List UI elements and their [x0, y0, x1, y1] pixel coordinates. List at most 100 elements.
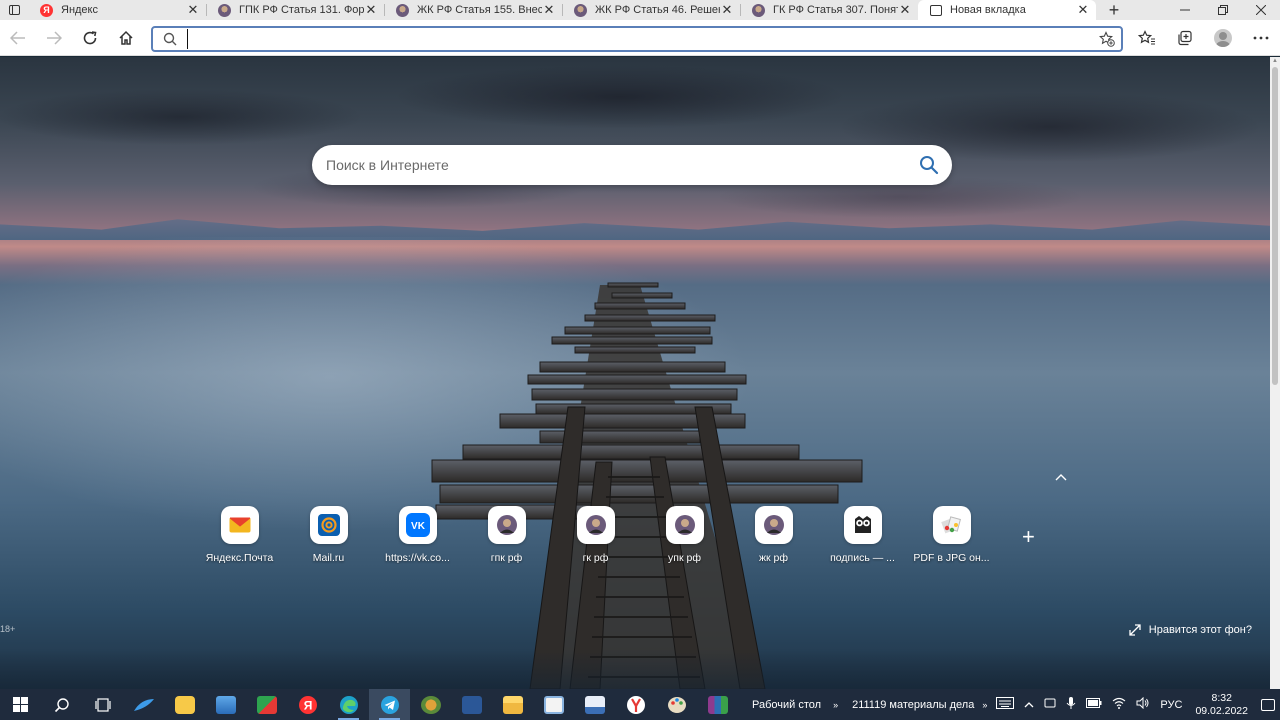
windows-logo-icon: [13, 697, 28, 712]
monitor-icon: [215, 695, 236, 714]
tab-gk-307[interactable]: ГК РФ Статья 307. Понятие ✕: [740, 0, 918, 20]
tab-zhk-155[interactable]: ЖК РФ Статья 155. Внесени ✕: [384, 0, 562, 20]
pdf-to-jpg-icon: [932, 506, 971, 544]
notifications-button[interactable]: [1256, 689, 1280, 720]
favorites-button[interactable]: [1128, 20, 1166, 56]
taskbar-app-display[interactable]: [205, 689, 246, 720]
start-button[interactable]: [0, 689, 41, 720]
tray-app-icon: [1044, 698, 1056, 708]
add-favorite-icon: [1099, 31, 1115, 47]
taskbar-app-yandex-browser[interactable]: [615, 689, 656, 720]
minimize-button[interactable]: [1166, 0, 1204, 20]
scrollbar-thumb[interactable]: [1272, 67, 1278, 385]
taskbar-search-button[interactable]: [41, 689, 82, 720]
volume-button[interactable]: [1131, 696, 1155, 712]
taskbar-app-telegram[interactable]: [369, 689, 410, 720]
folder-toolbar-chevron-icon[interactable]: »: [978, 700, 991, 710]
taskbar-app-explorer[interactable]: [492, 689, 533, 720]
tab-title: ГК РФ Статья 307. Понятие: [773, 4, 898, 16]
web-search-button[interactable]: [906, 145, 952, 185]
restore-button[interactable]: [1204, 0, 1242, 20]
home-button[interactable]: [108, 20, 144, 56]
taskbar-app-paint[interactable]: [533, 689, 574, 720]
taskbar-app-word[interactable]: [451, 689, 492, 720]
folder-toolbar-label[interactable]: 211119 материалы дела: [848, 699, 978, 711]
desktop-toolbar-label[interactable]: Рабочий стол: [748, 699, 825, 711]
tile-gpk-rf[interactable]: гпк рф: [462, 506, 551, 564]
tab-yandex[interactable]: Я Яндекс ✕: [28, 0, 206, 20]
like-background-link[interactable]: Нравится этот фон?: [1129, 624, 1252, 636]
tab-new-tab[interactable]: Новая вкладка ✕: [918, 0, 1096, 20]
tab-close-icon[interactable]: ✕: [186, 0, 200, 20]
tile-zhk-rf[interactable]: жк рф: [729, 506, 818, 564]
tray-app-button[interactable]: [1039, 697, 1061, 712]
tile-label: подпись — ...: [830, 552, 895, 564]
taskbar-app-feather[interactable]: [123, 689, 164, 720]
new-tab-page-icon: [930, 4, 942, 16]
page-scrollbar[interactable]: ▲: [1270, 57, 1280, 689]
yandex-browser-icon: [626, 695, 645, 714]
taskbar-app-green-red[interactable]: [246, 689, 287, 720]
taskbar-app-yandex[interactable]: Я: [287, 689, 328, 720]
tile-podpis[interactable]: подпись — ...: [818, 506, 907, 564]
tab-gpk-131[interactable]: ГПК РФ Статья 131. Форма ✕: [206, 0, 384, 20]
web-search-box[interactable]: [312, 145, 952, 185]
scroll-up-icon[interactable]: ▲: [1271, 58, 1279, 64]
more-icon: [1253, 36, 1269, 40]
close-window-button[interactable]: [1242, 0, 1280, 20]
task-view-button[interactable]: [82, 689, 123, 720]
tile-yandex-mail[interactable]: Яндекс.Почта: [195, 506, 284, 564]
collapse-tiles-button[interactable]: [1055, 470, 1067, 484]
tile-label: https://vk.co...: [385, 552, 450, 564]
address-input[interactable]: [187, 29, 1093, 49]
background-shade: [0, 649, 1270, 689]
tab-close-icon[interactable]: ✕: [898, 0, 912, 20]
settings-menu-button[interactable]: [1242, 20, 1280, 56]
tab-close-icon[interactable]: ✕: [542, 0, 556, 20]
avatar-icon: [574, 3, 587, 17]
tile-vk[interactable]: VK https://vk.co...: [373, 506, 462, 564]
microphone-button[interactable]: [1061, 696, 1081, 713]
web-search-input[interactable]: [312, 145, 906, 185]
add-tile-button[interactable]: +: [1022, 526, 1035, 548]
tray-overflow-button[interactable]: [1019, 699, 1039, 711]
taskbar-app-winrar[interactable]: [697, 689, 738, 720]
tab-close-icon[interactable]: ✕: [720, 0, 734, 20]
wifi-icon: [1113, 697, 1126, 709]
desktop-toolbar-chevron-icon[interactable]: »: [829, 700, 842, 710]
language-indicator[interactable]: РУС: [1155, 699, 1187, 711]
taskbar-app-bot[interactable]: [410, 689, 451, 720]
tab-close-icon[interactable]: ✕: [1076, 0, 1090, 20]
back-button[interactable]: [0, 20, 36, 56]
back-arrow-icon: [10, 30, 25, 45]
refresh-icon: [83, 30, 97, 44]
paint-icon: [543, 695, 564, 714]
tab-close-icon[interactable]: ✕: [364, 0, 378, 20]
wifi-button[interactable]: [1107, 697, 1131, 712]
taskbar-app-edge[interactable]: [328, 689, 369, 720]
tile-pdf-jpg[interactable]: PDF в JPG он...: [907, 506, 996, 564]
app-icon: [256, 695, 277, 714]
taskbar-app-palette[interactable]: [656, 689, 697, 720]
add-favorite-button[interactable]: [1093, 31, 1121, 47]
tab-actions-button[interactable]: [0, 0, 28, 20]
tab-zhk-46[interactable]: ЖК РФ Статья 46. Решени ✕: [562, 0, 740, 20]
taskbar-app-document[interactable]: [574, 689, 615, 720]
word-icon: [461, 695, 482, 714]
tile-mailru[interactable]: Mail.ru: [284, 506, 373, 564]
new-tab-button[interactable]: +: [1096, 0, 1132, 20]
keyboard-layout-button[interactable]: [991, 697, 1019, 712]
refresh-button[interactable]: [72, 20, 108, 56]
avatar-icon: [754, 506, 793, 544]
tile-upk-rf[interactable]: упк рф: [640, 506, 729, 564]
tile-gk-rf[interactable]: гк рф: [551, 506, 640, 564]
profile-button[interactable]: [1204, 20, 1242, 56]
taskbar-app-sticky-notes[interactable]: [164, 689, 205, 720]
system-tray: РУС 8:32 09.02.2022: [991, 689, 1280, 720]
forward-button[interactable]: [36, 20, 72, 56]
address-bar[interactable]: [151, 26, 1123, 52]
clock[interactable]: 8:32 09.02.2022: [1187, 692, 1256, 718]
collections-button[interactable]: [1166, 20, 1204, 56]
new-tab-page: Яндекс.Почта Mail.ru VK https://vk.co...…: [0, 57, 1270, 689]
battery-button[interactable]: [1081, 698, 1107, 711]
